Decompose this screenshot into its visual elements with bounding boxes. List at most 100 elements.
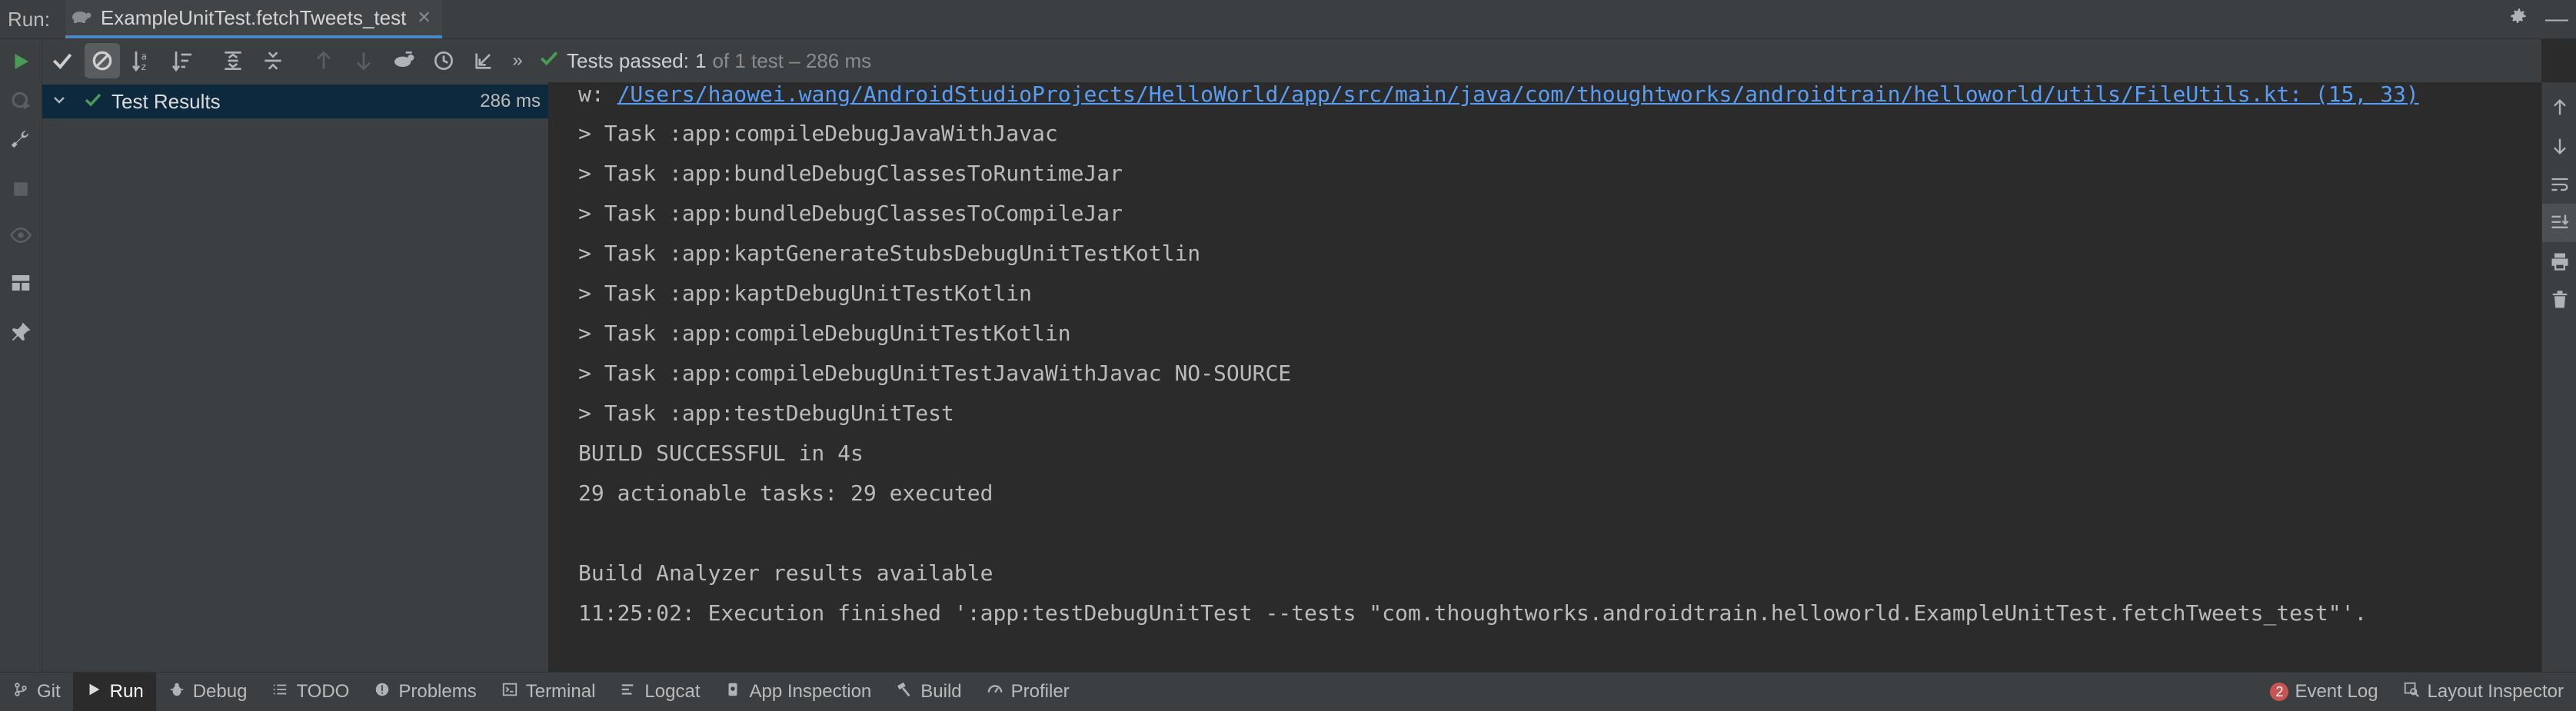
sort-alphabetically-icon[interactable]: az bbox=[122, 41, 162, 81]
tool-event-log[interactable]: 2 Event Log bbox=[2258, 673, 2390, 711]
tree-label: Test Results bbox=[111, 89, 221, 113]
left-toolbar bbox=[0, 39, 42, 672]
tool-run[interactable]: Run bbox=[72, 673, 156, 711]
tree-row-test-results[interactable]: Test Results 286 ms bbox=[42, 85, 548, 118]
console-side-toolbar bbox=[2541, 82, 2576, 672]
git-icon bbox=[12, 681, 37, 703]
tool-app-inspection[interactable]: App Inspection bbox=[712, 673, 884, 711]
console-line: > Task :app:compileDebugUnitTestKotlin bbox=[578, 321, 1071, 346]
problems-icon bbox=[374, 681, 398, 703]
logcat-icon bbox=[620, 681, 644, 703]
tool-label: Build bbox=[920, 681, 962, 702]
tool-label: Layout Inspector bbox=[2427, 681, 2564, 702]
terminal-icon bbox=[501, 681, 526, 703]
build-icon bbox=[896, 681, 920, 703]
pin-icon[interactable] bbox=[0, 313, 42, 351]
tool-label: App Inspection bbox=[749, 681, 872, 702]
sort-by-duration-icon[interactable] bbox=[162, 41, 202, 81]
console-line: > Task :app:testDebugUnitTest bbox=[578, 400, 954, 426]
tool-logcat[interactable]: Logcat bbox=[607, 673, 712, 711]
tortoise-icon bbox=[70, 8, 92, 28]
wrench-icon[interactable] bbox=[0, 119, 42, 158]
warning-prefix: w: bbox=[578, 82, 617, 107]
app-inspection-icon bbox=[724, 681, 749, 703]
rerun-icon[interactable] bbox=[0, 42, 42, 81]
show-ignored-icon[interactable] bbox=[85, 43, 120, 78]
console-line: 29 actionable tasks: 29 executed bbox=[578, 480, 993, 506]
console-line: > Task :app:compileDebugJavaWithJavac bbox=[578, 121, 1058, 146]
gear-icon[interactable] bbox=[2499, 6, 2538, 32]
console-line: BUILD SUCCESSFUL in 4s bbox=[578, 440, 864, 466]
console-line: > Task :app:kaptGenerateStubsDebugUnitTe… bbox=[578, 241, 1201, 266]
profiler-icon bbox=[987, 681, 1011, 703]
tool-label: Terminal bbox=[525, 681, 596, 702]
soft-wrap-icon[interactable] bbox=[2542, 165, 2576, 204]
test-toolbar: az » Tests passed: 1 of 1 test – 286 ms bbox=[42, 39, 2541, 82]
tool-build[interactable]: Build bbox=[884, 673, 973, 711]
import-tests-icon[interactable] bbox=[384, 41, 424, 81]
rerun-failed-icon bbox=[0, 81, 42, 119]
show-passed-icon[interactable] bbox=[42, 41, 82, 81]
run-tab[interactable]: ExampleUnitTest.fetchTweets_test ✕ bbox=[65, 0, 442, 38]
svg-text:a: a bbox=[141, 51, 147, 62]
console-line: > Task :app:bundleDebugClassesToRuntimeJ… bbox=[578, 161, 1123, 186]
run-toolbar: Run: ExampleUnitTest.fetchTweets_test ✕ … bbox=[0, 0, 2576, 39]
status-label: Tests passed: bbox=[567, 48, 689, 72]
event-log-badge: 2 bbox=[2270, 683, 2289, 701]
check-icon bbox=[539, 48, 559, 74]
eye-icon bbox=[0, 216, 42, 254]
scroll-to-end-icon[interactable] bbox=[2542, 204, 2576, 242]
tool-label: TODO bbox=[296, 681, 350, 702]
test-tree-panel: Test Results 286 ms bbox=[42, 82, 549, 672]
console-line: > Task :app:compileDebugUnitTestJavaWith… bbox=[578, 360, 1292, 386]
status-count: 1 bbox=[694, 48, 707, 72]
trash-icon[interactable] bbox=[2542, 281, 2576, 319]
expand-all-icon[interactable] bbox=[213, 41, 253, 81]
arrow-up-icon[interactable] bbox=[2542, 88, 2576, 127]
status-summary: of 1 test – 286 ms bbox=[712, 48, 872, 72]
console-output[interactable]: w: /Users/haowei.wang/AndroidStudioProje… bbox=[549, 82, 2541, 672]
previous-failed-icon bbox=[304, 41, 344, 81]
tool-problems[interactable]: Problems bbox=[361, 673, 488, 711]
layout-inspector-icon bbox=[2403, 681, 2428, 703]
run-icon bbox=[85, 681, 110, 703]
check-icon bbox=[84, 91, 102, 113]
layout-icon[interactable] bbox=[0, 264, 42, 302]
console-line: > Task :app:bundleDebugClassesToCompileJ… bbox=[578, 201, 1123, 226]
next-failed-icon bbox=[344, 41, 384, 81]
tool-todo[interactable]: TODO bbox=[259, 673, 361, 711]
tool-label: Git bbox=[37, 681, 61, 702]
tree-duration: 286 ms bbox=[480, 91, 541, 111]
tool-label: Debug bbox=[192, 681, 248, 702]
history-icon[interactable] bbox=[424, 41, 464, 81]
collapse-all-icon[interactable] bbox=[253, 41, 293, 81]
export-results-icon[interactable] bbox=[464, 41, 504, 81]
test-status: Tests passed: 1 of 1 test – 286 ms bbox=[539, 48, 871, 74]
todo-icon bbox=[271, 681, 296, 703]
tool-git[interactable]: Git bbox=[0, 673, 73, 711]
tool-debug[interactable]: Debug bbox=[156, 673, 260, 711]
tool-layout-inspector[interactable]: Layout Inspector bbox=[2391, 673, 2576, 711]
print-icon[interactable] bbox=[2542, 242, 2576, 281]
tool-terminal[interactable]: Terminal bbox=[489, 673, 608, 711]
tool-window-bar: Git Run Debug TODO Problems Terminal Log… bbox=[0, 672, 2576, 711]
svg-text:z: z bbox=[141, 61, 146, 72]
warning-line: w: /Users/haowei.wang/AndroidStudioProje… bbox=[578, 82, 2419, 107]
console-line: Build Analyzer results available bbox=[578, 560, 993, 586]
more-icon[interactable]: » bbox=[504, 41, 531, 81]
stop-icon bbox=[0, 170, 42, 208]
console-line: 11:25:02: Execution finished ':app:testD… bbox=[578, 600, 2368, 626]
minimize-icon[interactable]: — bbox=[2538, 6, 2576, 32]
console-line: > Task :app:kaptDebugUnitTestKotlin bbox=[578, 281, 1033, 306]
tool-label: Logcat bbox=[644, 681, 701, 702]
tool-label: Profiler bbox=[1010, 681, 1070, 702]
arrow-down-icon[interactable] bbox=[2542, 127, 2576, 165]
debug-icon bbox=[168, 681, 193, 703]
tool-label: Run bbox=[109, 681, 144, 702]
close-icon[interactable]: ✕ bbox=[417, 8, 431, 28]
chevron-down-icon[interactable] bbox=[52, 92, 72, 111]
run-label: Run: bbox=[8, 7, 50, 31]
run-tab-title: ExampleUnitTest.fetchTweets_test bbox=[100, 5, 407, 29]
tool-profiler[interactable]: Profiler bbox=[974, 673, 1082, 711]
file-link[interactable]: /Users/haowei.wang/AndroidStudioProjects… bbox=[617, 82, 2419, 107]
